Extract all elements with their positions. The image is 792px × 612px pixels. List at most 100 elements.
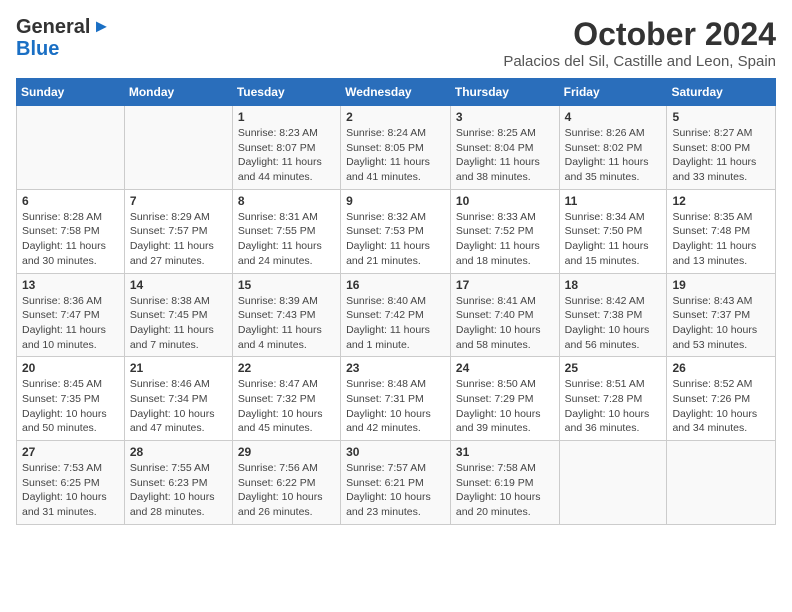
day-number: 2 xyxy=(346,110,445,124)
day-number: 6 xyxy=(22,194,119,208)
day-info: Sunrise: 8:34 AM Sunset: 7:50 PM Dayligh… xyxy=(565,210,662,269)
day-number: 21 xyxy=(130,361,227,375)
calendar-cell: 18 Sunrise: 8:42 AM Sunset: 7:38 PM Dayli… xyxy=(559,273,667,357)
calendar-cell xyxy=(667,441,776,525)
col-header-friday: Friday xyxy=(559,79,667,106)
calendar-cell: 30Sunrise: 7:57 AM Sunset: 6:21 PM Dayli… xyxy=(341,441,451,525)
calendar-week-row: 1Sunrise: 8:23 AM Sunset: 8:07 PM Daylig… xyxy=(17,106,776,190)
day-number: 11 xyxy=(565,194,662,208)
day-info: Sunrise: 8:51 AM Sunset: 7:28 PM Dayligh… xyxy=(565,377,662,436)
calendar-cell: 29 Sunrise: 7:56 AM Sunset: 6:22 PM Dayli… xyxy=(232,441,340,525)
calendar-cell: 22 Sunrise: 8:47 AM Sunset: 7:32 PM Dayli… xyxy=(232,357,340,441)
calendar-cell: 4 Sunrise: 8:26 AM Sunset: 8:02 PM Daylig… xyxy=(559,106,667,190)
day-number: 30 xyxy=(346,445,445,459)
calendar-cell: 20 Sunrise: 8:45 AM Sunset: 7:35 PM Dayli… xyxy=(17,357,125,441)
month-title: October 2024 xyxy=(503,16,776,53)
calendar-week-row: 13Sunrise: 8:36 AM Sunset: 7:47 PM Dayli… xyxy=(17,273,776,357)
day-number: 14 xyxy=(130,278,227,292)
day-info: Sunrise: 8:43 AM Sunset: 7:37 PM Dayligh… xyxy=(672,294,770,353)
calendar-cell: 11 Sunrise: 8:34 AM Sunset: 7:50 PM Dayli… xyxy=(559,189,667,273)
day-info: Sunrise: 8:32 AM Sunset: 7:53 PM Dayligh… xyxy=(346,210,445,269)
day-info: Sunrise: 7:56 AM Sunset: 6:22 PM Dayligh… xyxy=(238,461,335,520)
calendar-cell: 8Sunrise: 8:31 AM Sunset: 7:55 PM Daylig… xyxy=(232,189,340,273)
calendar-header-row: SundayMondayTuesdayWednesdayThursdayFrid… xyxy=(17,79,776,106)
logo-arrow-icon: ► xyxy=(92,17,110,37)
day-number: 1 xyxy=(238,110,335,124)
day-info: Sunrise: 8:40 AM Sunset: 7:42 PM Dayligh… xyxy=(346,294,445,353)
logo-general: General xyxy=(16,16,90,38)
calendar-cell: 9 Sunrise: 8:32 AM Sunset: 7:53 PM Daylig… xyxy=(341,189,451,273)
calendar-cell: 19 Sunrise: 8:43 AM Sunset: 7:37 PM Dayli… xyxy=(667,273,776,357)
calendar-cell: 12 Sunrise: 8:35 AM Sunset: 7:48 PM Dayli… xyxy=(667,189,776,273)
day-info: Sunrise: 8:42 AM Sunset: 7:38 PM Dayligh… xyxy=(565,294,662,353)
col-header-monday: Monday xyxy=(124,79,232,106)
day-number: 16 xyxy=(346,278,445,292)
day-info: Sunrise: 8:45 AM Sunset: 7:35 PM Dayligh… xyxy=(22,377,119,436)
day-info: Sunrise: 7:55 AM Sunset: 6:23 PM Dayligh… xyxy=(130,461,227,520)
day-number: 10 xyxy=(456,194,554,208)
day-info: Sunrise: 8:52 AM Sunset: 7:26 PM Dayligh… xyxy=(672,377,770,436)
col-header-saturday: Saturday xyxy=(667,79,776,106)
calendar-table: SundayMondayTuesdayWednesdayThursdayFrid… xyxy=(16,78,776,525)
day-number: 18 xyxy=(565,278,662,292)
calendar-cell: 31 Sunrise: 7:58 AM Sunset: 6:19 PM Dayli… xyxy=(450,441,559,525)
day-info: Sunrise: 8:48 AM Sunset: 7:31 PM Dayligh… xyxy=(346,377,445,436)
day-info: Sunrise: 8:50 AM Sunset: 7:29 PM Dayligh… xyxy=(456,377,554,436)
location-title: Palacios del Sil, Castille and Leon, Spa… xyxy=(503,53,776,70)
day-info: Sunrise: 8:26 AM Sunset: 8:02 PM Dayligh… xyxy=(565,126,662,185)
day-info: Sunrise: 7:53 AM Sunset: 6:25 PM Dayligh… xyxy=(22,461,119,520)
calendar-cell: 14 Sunrise: 8:38 AM Sunset: 7:45 PM Dayli… xyxy=(124,273,232,357)
day-info: Sunrise: 8:33 AM Sunset: 7:52 PM Dayligh… xyxy=(456,210,554,269)
calendar-cell: 21 Sunrise: 8:46 AM Sunset: 7:34 PM Dayli… xyxy=(124,357,232,441)
calendar-cell: 24 Sunrise: 8:50 AM Sunset: 7:29 PM Dayli… xyxy=(450,357,559,441)
day-info: Sunrise: 8:27 AM Sunset: 8:00 PM Dayligh… xyxy=(672,126,770,185)
col-header-thursday: Thursday xyxy=(450,79,559,106)
calendar-week-row: 6 Sunrise: 8:28 AM Sunset: 7:58 PM Daylig… xyxy=(17,189,776,273)
day-info: Sunrise: 8:47 AM Sunset: 7:32 PM Dayligh… xyxy=(238,377,335,436)
calendar-cell: 25 Sunrise: 8:51 AM Sunset: 7:28 PM Dayli… xyxy=(559,357,667,441)
day-number: 19 xyxy=(672,278,770,292)
calendar-cell xyxy=(17,106,125,190)
day-number: 24 xyxy=(456,361,554,375)
day-number: 5 xyxy=(672,110,770,124)
day-number: 22 xyxy=(238,361,335,375)
logo-blue: Blue xyxy=(16,38,59,60)
day-number: 26 xyxy=(672,361,770,375)
page-header: General ► Blue October 2024 Palacios del… xyxy=(16,16,776,70)
col-header-wednesday: Wednesday xyxy=(341,79,451,106)
calendar-cell: 23 Sunrise: 8:48 AM Sunset: 7:31 PM Dayli… xyxy=(341,357,451,441)
day-info: Sunrise: 8:41 AM Sunset: 7:40 PM Dayligh… xyxy=(456,294,554,353)
calendar-cell xyxy=(124,106,232,190)
col-header-sunday: Sunday xyxy=(17,79,125,106)
day-info: Sunrise: 8:38 AM Sunset: 7:45 PM Dayligh… xyxy=(130,294,227,353)
day-number: 29 xyxy=(238,445,335,459)
day-number: 7 xyxy=(130,194,227,208)
day-number: 23 xyxy=(346,361,445,375)
day-info: Sunrise: 8:28 AM Sunset: 7:58 PM Dayligh… xyxy=(22,210,119,269)
day-number: 4 xyxy=(565,110,662,124)
calendar-cell: 7 Sunrise: 8:29 AM Sunset: 7:57 PM Daylig… xyxy=(124,189,232,273)
day-number: 17 xyxy=(456,278,554,292)
day-info: Sunrise: 8:35 AM Sunset: 7:48 PM Dayligh… xyxy=(672,210,770,269)
day-number: 3 xyxy=(456,110,554,124)
calendar-week-row: 20 Sunrise: 8:45 AM Sunset: 7:35 PM Dayli… xyxy=(17,357,776,441)
day-number: 9 xyxy=(346,194,445,208)
day-info: Sunrise: 8:24 AM Sunset: 8:05 PM Dayligh… xyxy=(346,126,445,185)
day-number: 31 xyxy=(456,445,554,459)
calendar-cell: 27Sunrise: 7:53 AM Sunset: 6:25 PM Dayli… xyxy=(17,441,125,525)
day-number: 15 xyxy=(238,278,335,292)
calendar-week-row: 27Sunrise: 7:53 AM Sunset: 6:25 PM Dayli… xyxy=(17,441,776,525)
title-area: October 2024 Palacios del Sil, Castille … xyxy=(503,16,776,70)
logo: General ► Blue xyxy=(16,16,110,60)
day-number: 25 xyxy=(565,361,662,375)
calendar-cell: 16 Sunrise: 8:40 AM Sunset: 7:42 PM Dayli… xyxy=(341,273,451,357)
day-number: 20 xyxy=(22,361,119,375)
day-info: Sunrise: 8:29 AM Sunset: 7:57 PM Dayligh… xyxy=(130,210,227,269)
day-info: Sunrise: 7:58 AM Sunset: 6:19 PM Dayligh… xyxy=(456,461,554,520)
day-number: 12 xyxy=(672,194,770,208)
day-info: Sunrise: 8:46 AM Sunset: 7:34 PM Dayligh… xyxy=(130,377,227,436)
calendar-cell: 1Sunrise: 8:23 AM Sunset: 8:07 PM Daylig… xyxy=(232,106,340,190)
calendar-cell: 5 Sunrise: 8:27 AM Sunset: 8:00 PM Daylig… xyxy=(667,106,776,190)
day-number: 13 xyxy=(22,278,119,292)
day-number: 28 xyxy=(130,445,227,459)
